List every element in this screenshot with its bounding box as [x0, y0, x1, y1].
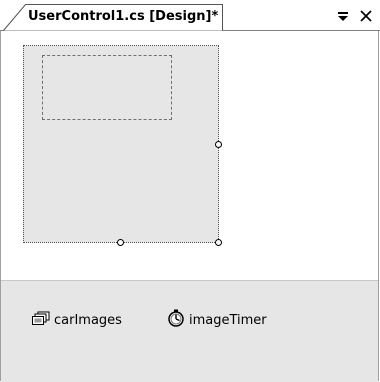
imagelist-icon — [32, 311, 50, 329]
resize-handle-bottom[interactable] — [117, 239, 124, 246]
timer-icon — [167, 309, 185, 331]
tray-item-label: carImages — [54, 312, 122, 328]
picture-box[interactable] — [42, 55, 172, 120]
tray-item-carimages[interactable]: carImages — [32, 310, 122, 330]
resize-handle-bottom-right[interactable] — [215, 239, 222, 246]
document-tab-strip: UserControl1.cs [Design]* — [0, 0, 380, 31]
tray-item-imagetimer[interactable]: imageTimer — [167, 309, 267, 331]
window-position-icon[interactable] — [335, 8, 351, 24]
resize-handle-right[interactable] — [215, 141, 222, 148]
design-surface[interactable] — [1, 31, 378, 280]
tray-item-label: imageTimer — [189, 312, 267, 328]
close-icon[interactable] — [358, 8, 374, 24]
tab-usercontrol1-design[interactable]: UserControl1.cs [Design]* — [3, 4, 225, 31]
tab-label: UserControl1.cs [Design]* — [28, 9, 219, 24]
usercontrol-surface[interactable] — [23, 45, 219, 243]
component-tray: carImages imageTimer — [1, 280, 378, 382]
